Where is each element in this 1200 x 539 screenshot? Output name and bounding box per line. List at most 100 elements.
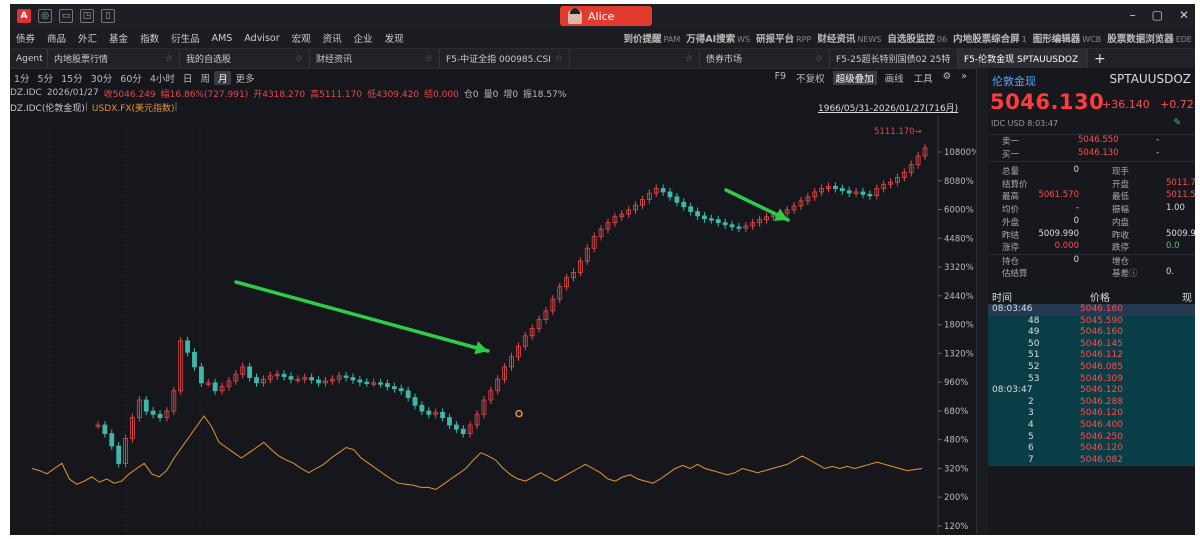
menu-price-alert[interactable]: 到价提醒 PAM <box>621 31 684 45</box>
tick-row: 2 5046.288 <box>988 396 1195 409</box>
quote-panel: 伦敦金现 SPTAUUSDOZ 5046.130 +36.140 +0.72 I… <box>988 68 1195 535</box>
period-15min[interactable]: 15分 <box>57 71 87 85</box>
candle-body <box>736 226 742 229</box>
stat-label: 涨停 <box>1002 243 1020 254</box>
pin-icon[interactable]: ☆ <box>425 54 433 64</box>
menu-finance-news[interactable]: 财经资讯 NEWS <box>814 31 884 45</box>
menu-derivatives[interactable]: 衍生品 <box>165 31 206 45</box>
pin-icon[interactable]: ☆ <box>685 54 693 64</box>
ohlc-readout: DZ.IDC 2026/01/27 收5046.249 幅16.86%(727.… <box>10 86 975 100</box>
period-1min[interactable]: 1分 <box>10 71 34 85</box>
tick-time: 08:03:46 <box>992 304 1033 314</box>
menu-bonds[interactable]: 债券 <box>10 31 41 45</box>
price-chart[interactable]: 10800% 8080% 6000% 4480% 3320% 2440% 1800% 1320… <box>10 116 976 535</box>
period-more[interactable]: 更多 <box>231 71 258 85</box>
annotation-arrow-down <box>234 280 490 353</box>
menu-funds[interactable]: 基金 <box>103 31 134 45</box>
candle-body <box>102 424 108 434</box>
tick-row: 4 5046.400 <box>988 419 1195 432</box>
y-tick-label: 10800% <box>944 148 976 158</box>
pin-icon[interactable]: ☆ <box>295 54 303 64</box>
menu-macro[interactable]: 宏观 <box>286 31 317 45</box>
candle-body <box>681 201 687 208</box>
user-badge[interactable]: Alice <box>560 6 652 26</box>
menu-chart-editor[interactable]: 图形编辑器 WCB <box>1030 31 1105 45</box>
add-tab-button[interactable]: + <box>1088 51 1112 67</box>
menu-research[interactable]: 研报平台 RPP <box>753 31 814 45</box>
price-change: +36.140 <box>1102 98 1150 111</box>
y-tick-label: 1320% <box>944 349 974 359</box>
period-week[interactable]: 周 <box>196 71 214 85</box>
candle-body <box>426 410 432 415</box>
tick-price: 5045.590 <box>1080 315 1123 326</box>
y-tick-label: 200% <box>944 493 968 503</box>
no-adjust-button[interactable]: 不复权 <box>794 71 827 85</box>
stat-value: 5009.9 <box>1166 228 1195 239</box>
monitor-icon[interactable]: ▭ <box>59 9 73 23</box>
period-4h[interactable]: 4小时 <box>146 71 179 85</box>
tick-price: 5046.112 <box>1080 350 1123 361</box>
pin-icon[interactable]: ☆ <box>165 54 173 64</box>
tab-my-watchlist[interactable]: 我的自选股 ☆ <box>180 49 310 68</box>
tools-button[interactable]: 工具 <box>912 71 935 85</box>
tab-agent[interactable]: Agent <box>10 49 48 68</box>
draw-line-button[interactable]: 画线 <box>883 71 906 85</box>
tab-bond-market[interactable]: 债券市场 ☆ <box>700 49 830 68</box>
menu-news[interactable]: 资讯 <box>317 31 348 45</box>
tab-mainland-quotes[interactable]: 内地股票行情 ☆ <box>48 49 180 68</box>
stat-value: 5011.5 <box>1166 190 1195 201</box>
notify-icon[interactable]: ◳ <box>80 9 94 23</box>
stat-label: 结算价 <box>1002 179 1028 190</box>
candle-body <box>288 376 294 380</box>
tab-csi-all-index[interactable]: F5-中证全指 000985.CSI ☆ <box>440 49 570 68</box>
legend-gold[interactable]: DZ.IDC(伦敦金现) <box>10 101 85 114</box>
legend-usdx[interactable]: USDX.FX(美元指数) <box>92 101 175 114</box>
menu-data-browser[interactable]: 股票数据浏览器 EDE <box>1104 31 1195 45</box>
tick-time: 4 <box>1028 419 1034 430</box>
candle-body <box>412 397 418 406</box>
period-60min[interactable]: 60分 <box>116 71 146 85</box>
date-range[interactable]: 1966/05/31-2026/01/27(716月) <box>818 101 958 114</box>
tab-finance-news[interactable]: 财经资讯 ☆ <box>310 49 440 68</box>
edit-icon[interactable]: ✎ <box>1173 118 1181 128</box>
candle-body <box>143 399 149 412</box>
pin-icon[interactable]: ☆ <box>815 54 823 64</box>
menu-discover[interactable]: 发现 <box>379 31 410 45</box>
phone-icon[interactable]: ▯ <box>101 9 115 23</box>
menu-enterprise[interactable]: 企业 <box>348 31 379 45</box>
menu-ai-search[interactable]: 万得AI搜索 WS <box>683 31 753 45</box>
period-5min[interactable]: 5分 <box>34 71 58 85</box>
menu-ams[interactable]: AMS <box>206 33 239 44</box>
window-controls: – ▢ ✕ <box>1130 8 1189 22</box>
period-day[interactable]: 日 <box>179 71 197 85</box>
candle-body <box>695 211 700 217</box>
tick-time: 50 <box>1028 338 1040 349</box>
menu-advisor[interactable]: Advisor <box>238 33 285 44</box>
period-30min[interactable]: 30分 <box>87 71 117 85</box>
tab-special-bond[interactable]: F5-25超长特别国债02 25特 <box>830 49 958 68</box>
ohlc-high: 高5111.170 <box>310 89 363 100</box>
tick-row: 7 5046.082 <box>988 454 1195 467</box>
chat-icon[interactable]: ◎ <box>38 9 52 23</box>
period-month[interactable]: 月 <box>213 71 232 85</box>
close-icon[interactable]: ✕ <box>1179 8 1189 22</box>
pin-icon[interactable]: ☆ <box>555 54 563 64</box>
super-overlay-button[interactable]: 超级叠加 <box>832 71 877 85</box>
tab-london-gold[interactable]: F5-伦敦金现 SPTAUUSDOZ <box>958 49 1088 68</box>
expand-icon[interactable]: » <box>959 71 969 85</box>
menu-stock-screen[interactable]: 内地股票综合屏 1 <box>950 31 1030 45</box>
tick-list[interactable]: 08:03:46 5046.160 48 5045.590 49 5046.160 50 50… <box>988 304 1195 467</box>
candle-body <box>667 191 673 198</box>
menu-watch-monitor[interactable]: 自选股监控 06 <box>884 31 950 45</box>
menu-index[interactable]: 指数 <box>134 31 165 45</box>
y-tick-label: 320% <box>944 464 968 474</box>
tab-blurred[interactable]: ☆ <box>570 49 700 68</box>
y-tick-label: 2440% <box>944 292 974 302</box>
menu-fx[interactable]: 外汇 <box>72 31 103 45</box>
maximize-icon[interactable]: ▢ <box>1152 8 1163 22</box>
candle-body <box>212 382 218 392</box>
menu-commodities[interactable]: 商品 <box>41 31 72 45</box>
gear-icon[interactable]: ⚙ <box>941 71 954 85</box>
f9-button[interactable]: F9 <box>773 71 789 85</box>
minimize-icon[interactable]: – <box>1130 8 1136 22</box>
